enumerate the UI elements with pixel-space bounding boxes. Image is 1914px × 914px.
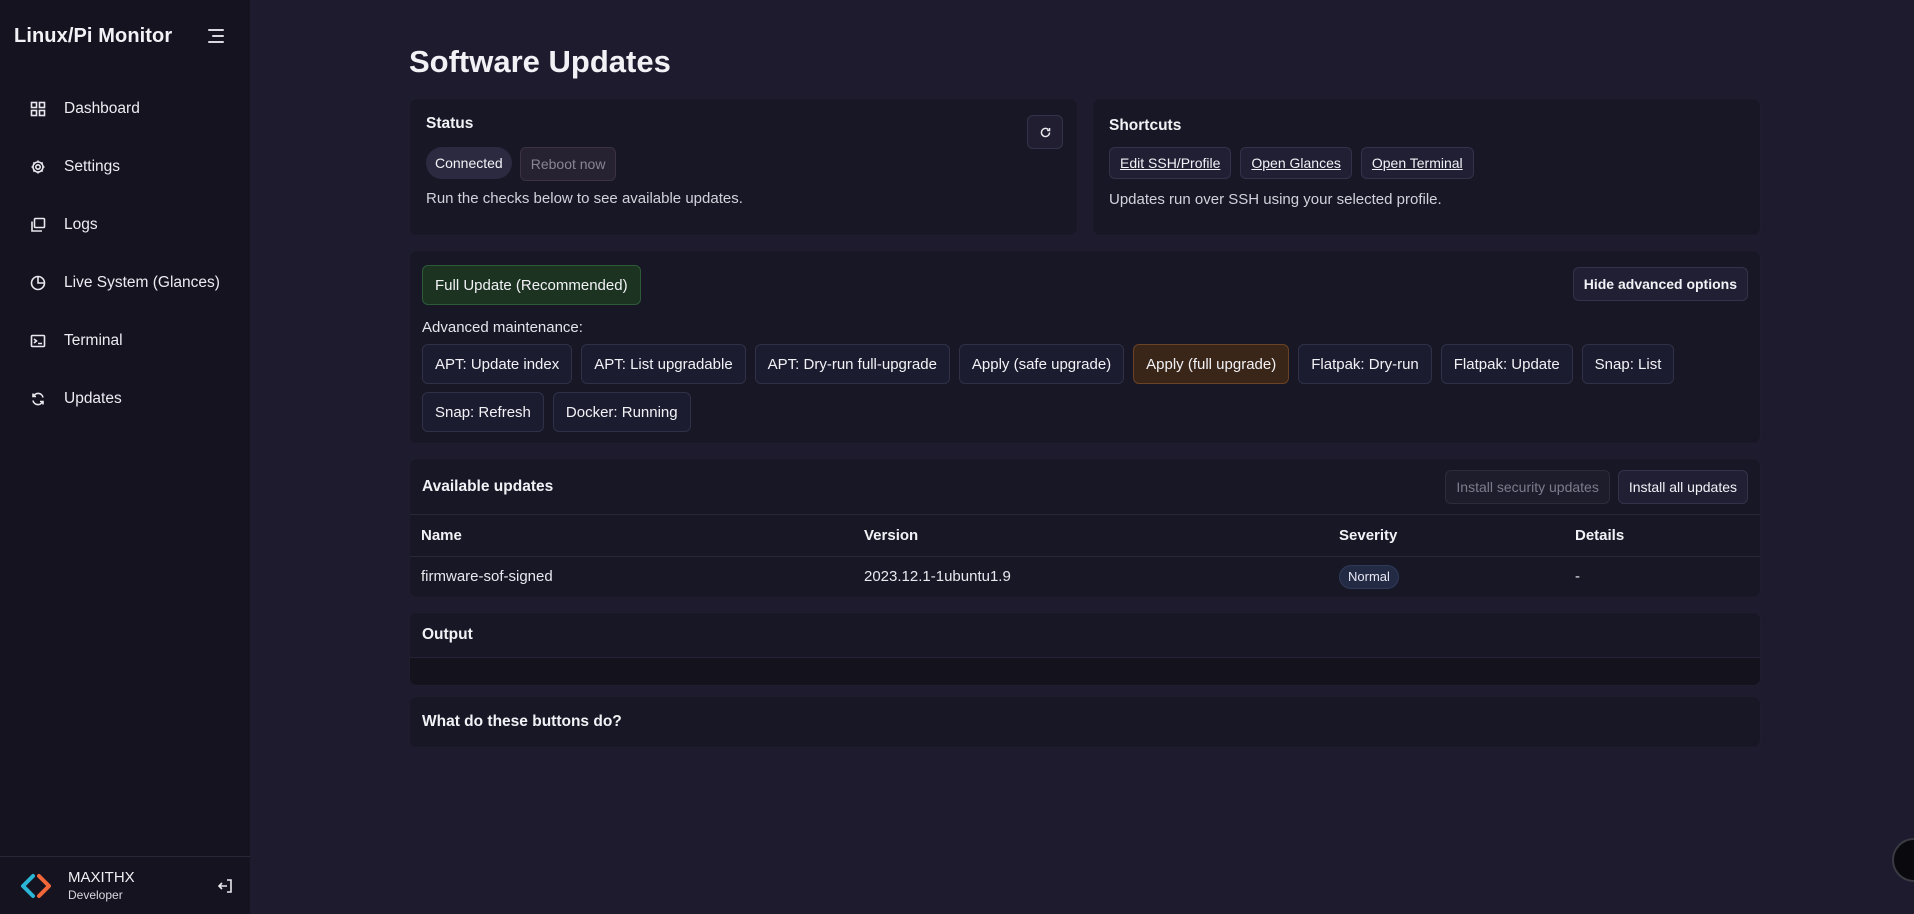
column-header-severity: Severity: [1328, 515, 1564, 557]
user-name: MAXITHX: [68, 869, 135, 886]
sidebar-item-label: Live System (Glances): [64, 274, 220, 291]
user-text: MAXITHX Developer: [68, 869, 135, 902]
sidebar-item-updates[interactable]: Updates: [0, 370, 250, 428]
dashboard-grid-icon: [30, 101, 46, 117]
full-update-button[interactable]: Full Update (Recommended): [422, 265, 641, 305]
apt-dry-run-full-upgrade-button[interactable]: APT: Dry-run full-upgrade: [754, 344, 950, 384]
sidebar-item-label: Terminal: [64, 332, 123, 349]
advanced-buttons: APT: Update index APT: List upgradable A…: [422, 344, 1722, 432]
connection-status-badge: Connected: [426, 147, 512, 179]
sidebar-item-dashboard[interactable]: Dashboard: [0, 80, 250, 138]
logs-icon: [30, 217, 46, 233]
hide-advanced-button[interactable]: Hide advanced options: [1572, 267, 1748, 301]
sidebar-item-terminal[interactable]: Terminal: [0, 312, 250, 370]
status-heading: Status: [426, 115, 474, 132]
refresh-icon: [1040, 127, 1050, 137]
flatpak-dry-run-button[interactable]: Flatpak: Dry-run: [1298, 344, 1432, 384]
status-hint: Run the checks below to see available up…: [426, 190, 743, 207]
pie-chart-icon: [30, 275, 46, 291]
output-card: Output: [409, 612, 1761, 686]
table-row: firmware-sof-signed 2023.12.1-1ubuntu1.9…: [410, 556, 1760, 597]
sidebar: Linux/Pi Monitor Dashboard Settings Logs…: [0, 0, 250, 914]
apply-full-upgrade-button[interactable]: Apply (full upgrade): [1133, 344, 1290, 384]
sidebar-item-label: Updates: [64, 390, 122, 407]
updates-heading: Available updates: [422, 477, 554, 495]
apt-update-index-button[interactable]: APT: Update index: [422, 344, 573, 384]
update-version: 2023.12.1-1ubuntu1.9: [864, 568, 1011, 586]
output-console: [410, 658, 1760, 685]
edit-ssh-profile-link[interactable]: Edit SSH/Profile: [1109, 147, 1232, 179]
app-root: Linux/Pi Monitor Dashboard Settings Logs…: [0, 0, 1914, 914]
refresh-icon: [30, 391, 46, 407]
logout-icon[interactable]: [216, 877, 234, 895]
flatpak-update-button[interactable]: Flatpak: Update: [1440, 344, 1573, 384]
status-card: Status Connected Reboot now Run the chec…: [409, 98, 1078, 236]
shortcuts-note: Updates run over SSH using your selected…: [1109, 191, 1442, 208]
sidebar-item-label: Dashboard: [64, 100, 140, 117]
page-title: Software Updates: [409, 44, 671, 79]
snap-refresh-button[interactable]: Snap: Refresh: [422, 392, 544, 432]
apply-safe-upgrade-button[interactable]: Apply (safe upgrade): [958, 344, 1125, 384]
apt-list-upgradable-button[interactable]: APT: List upgradable: [581, 344, 746, 384]
main-content: Software Updates Status Connected Reboot…: [250, 0, 1914, 914]
shortcut-links: Edit SSH/Profile Open Glances Open Termi…: [1109, 147, 1744, 179]
open-terminal-link[interactable]: Open Terminal: [1360, 147, 1474, 179]
faq-heading: What do these buttons do?: [422, 713, 622, 730]
install-all-updates-button[interactable]: Install all updates: [1617, 469, 1748, 504]
update-name: firmware-sof-signed: [421, 568, 553, 586]
sidebar-toggle-icon[interactable]: [206, 29, 224, 43]
column-header-version: Version: [853, 515, 1328, 557]
updates-actions: Install security updates Install all upd…: [1445, 469, 1748, 504]
terminal-icon: [30, 333, 46, 349]
column-header-name: Name: [410, 515, 853, 557]
update-details: -: [1575, 568, 1580, 586]
brand-logo-icon: [21, 873, 51, 898]
snap-list-button[interactable]: Snap: List: [1581, 344, 1675, 384]
sidebar-item-logs[interactable]: Logs: [0, 196, 250, 254]
sidebar-item-label: Settings: [64, 158, 121, 175]
sidebar-item-label: Logs: [64, 216, 98, 233]
top-row: Status Connected Reboot now Run the chec…: [409, 98, 1761, 236]
actions-card: Full Update (Recommended) Hide advanced …: [409, 250, 1761, 444]
output-header: Output: [410, 613, 1760, 658]
reboot-now-button[interactable]: Reboot now: [519, 147, 617, 181]
app-title: Linux/Pi Monitor: [14, 24, 173, 47]
faq-collapsible[interactable]: What do these buttons do?: [409, 696, 1761, 748]
gear-icon: [30, 159, 46, 175]
user-profile: MAXITHX Developer: [0, 856, 250, 914]
severity-badge: Normal: [1339, 564, 1399, 589]
floating-action-button[interactable]: [1892, 838, 1914, 882]
shortcuts-card: Shortcuts Edit SSH/Profile Open Glances …: [1092, 98, 1761, 236]
advanced-maintenance-label: Advanced maintenance:: [422, 319, 583, 336]
shortcuts-heading: Shortcuts: [1109, 117, 1182, 134]
refresh-status-button[interactable]: [1027, 115, 1063, 149]
updates-table: Name Version Severity Details firmware-s…: [410, 515, 1760, 597]
user-role: Developer: [68, 888, 123, 902]
available-updates-card: Available updates Install security updat…: [409, 458, 1761, 598]
updates-header: Available updates Install security updat…: [410, 459, 1760, 515]
output-heading: Output: [422, 626, 473, 643]
status-pill-row: Connected Reboot now: [426, 147, 1061, 181]
table-header-row: Name Version Severity Details: [410, 515, 1760, 557]
open-glances-link[interactable]: Open Glances: [1240, 147, 1352, 179]
update-severity-cell: Normal: [1328, 556, 1564, 597]
sidebar-item-settings[interactable]: Settings: [0, 138, 250, 196]
column-header-details: Details: [1564, 515, 1760, 557]
sidebar-nav: Dashboard Settings Logs Live System (Gla…: [0, 80, 250, 428]
sidebar-item-live-system[interactable]: Live System (Glances): [0, 254, 250, 312]
install-security-updates-button[interactable]: Install security updates: [1445, 469, 1610, 504]
docker-running-button[interactable]: Docker: Running: [552, 392, 691, 432]
sidebar-brand: Linux/Pi Monitor: [0, 0, 250, 72]
